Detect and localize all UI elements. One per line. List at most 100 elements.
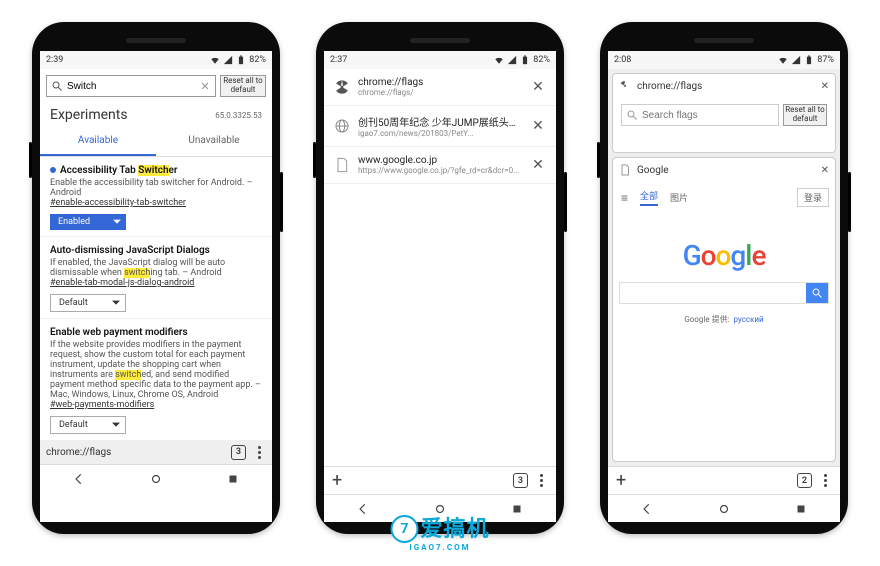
reset-button[interactable]: Reset all to default xyxy=(783,104,827,126)
status-bar: 2:37 82% xyxy=(324,51,556,69)
recents-icon[interactable] xyxy=(510,502,524,516)
google-locale: Google 提供: русский xyxy=(619,314,829,325)
radiation-icon xyxy=(619,80,631,92)
tab-row[interactable]: www.google.co.jp https://www.google.co.j… xyxy=(324,147,556,184)
menu-icon[interactable]: ≡ xyxy=(621,191,628,205)
new-tab-button[interactable]: + xyxy=(616,470,626,491)
status-bar: 2:08 87% xyxy=(608,51,840,69)
file-icon xyxy=(334,157,350,173)
watermark: 7 爱搞机 IGAO7.COM xyxy=(390,511,489,552)
status-bar: 2:39 82% xyxy=(40,51,272,69)
reset-button[interactable]: Reset all to default xyxy=(220,75,266,97)
radiation-icon xyxy=(334,79,350,95)
close-icon[interactable]: ✕ xyxy=(821,165,829,176)
page-title: Experiments xyxy=(50,107,128,123)
overflow-menu-icon[interactable] xyxy=(534,474,548,487)
overflow-menu-icon[interactable] xyxy=(818,474,832,487)
wifi-icon xyxy=(210,55,220,65)
status-time: 2:37 xyxy=(330,55,347,65)
back-icon[interactable] xyxy=(640,502,654,516)
tab-count-button[interactable]: 3 xyxy=(231,445,246,460)
omnibox-text: chrome://flags xyxy=(46,447,111,458)
version-label: 65.0.3325.53 xyxy=(215,111,262,120)
home-icon[interactable] xyxy=(149,472,163,486)
tab-row[interactable]: 创刊50周年纪念 少年JUMP展纸头条刊... igao7.com/news/2… xyxy=(324,106,556,147)
battery-icon xyxy=(804,55,814,65)
tab-url: chrome://flags/ xyxy=(358,88,522,97)
flag-title: Accessibility Tab Switcher xyxy=(50,165,262,176)
flag-desc: Enable the accessibility tab switcher fo… xyxy=(50,178,262,198)
phone-2: 2:37 82% chrome://flags chrome://flags/ xyxy=(316,22,564,534)
flags-search-box[interactable] xyxy=(621,104,779,126)
flag-title: Auto-dismissing JavaScript Dialogs xyxy=(50,245,262,256)
google-sheet: Google ✕ ≡ 全部 图片 登录 Google xyxy=(612,157,836,462)
search-button[interactable] xyxy=(806,283,828,303)
tab-title: www.google.co.jp xyxy=(358,155,522,166)
close-icon[interactable]: ✕ xyxy=(530,157,546,173)
google-tab-images[interactable]: 图片 xyxy=(670,191,688,204)
search-icon xyxy=(51,80,63,92)
globe-icon xyxy=(334,118,350,134)
status-time: 2:08 xyxy=(614,55,631,65)
overflow-menu-icon[interactable] xyxy=(252,446,266,459)
login-button[interactable]: 登录 xyxy=(797,188,829,207)
recents-icon[interactable] xyxy=(226,472,240,486)
changed-dot-icon xyxy=(50,167,56,173)
tab-count-button[interactable]: 3 xyxy=(513,473,528,488)
back-icon[interactable] xyxy=(356,502,370,516)
watermark-icon: 7 xyxy=(390,515,418,543)
flag-select[interactable]: Default xyxy=(50,416,126,434)
close-icon[interactable]: ✕ xyxy=(821,81,829,92)
signal-icon xyxy=(791,55,801,65)
google-logo: Google xyxy=(619,239,829,272)
flag-select[interactable]: Default xyxy=(50,294,126,312)
flag-link[interactable]: #web-payments-modifiers xyxy=(50,400,154,410)
tab-available[interactable]: Available xyxy=(40,127,156,156)
signal-icon xyxy=(223,55,233,65)
phone-3: 2:08 87% chrome://flags ✕ xyxy=(600,22,848,534)
clear-icon[interactable]: ✕ xyxy=(199,80,211,92)
back-icon[interactable] xyxy=(72,472,86,486)
flag-desc: If the website provides modifiers in the… xyxy=(50,340,262,400)
nav-bar xyxy=(608,494,840,522)
tab-count-button[interactable]: 2 xyxy=(797,473,812,488)
wifi-icon xyxy=(494,55,504,65)
flags-search-input[interactable] xyxy=(67,81,199,92)
screen-2: 2:37 82% chrome://flags chrome://flags/ xyxy=(324,51,556,522)
screen-1: 2:39 82% ✕ Reset all to default xyxy=(40,51,272,522)
google-search-box[interactable] xyxy=(619,282,829,304)
recents-icon[interactable] xyxy=(794,502,808,516)
watermark-sub: IGAO7.COM xyxy=(409,543,470,552)
tab-unavailable[interactable]: Unavailable xyxy=(156,127,272,156)
tab-title: 创刊50周年纪念 少年JUMP展纸头条刊... xyxy=(358,114,522,129)
close-icon[interactable]: ✕ xyxy=(530,79,546,95)
home-icon[interactable] xyxy=(717,502,731,516)
new-tab-button[interactable]: + xyxy=(332,470,342,491)
signal-icon xyxy=(507,55,517,65)
flag-select[interactable]: Enabled xyxy=(50,214,126,230)
file-icon xyxy=(619,164,631,176)
status-battery: 82% xyxy=(249,55,266,65)
battery-icon xyxy=(520,55,530,65)
status-time: 2:39 xyxy=(46,55,63,65)
watermark-title: 爱搞机 xyxy=(420,511,489,543)
close-icon[interactable]: ✕ xyxy=(530,118,546,134)
google-tab-all[interactable]: 全部 xyxy=(640,189,658,206)
flags-search-input[interactable] xyxy=(642,110,774,121)
locale-link[interactable]: русский xyxy=(734,315,764,324)
sheet-title: chrome://flags xyxy=(637,81,702,92)
tab-row[interactable]: chrome://flags chrome://flags/ ✕ xyxy=(324,69,556,106)
omnibox[interactable]: chrome://flags 3 xyxy=(40,440,272,464)
flag-link[interactable]: #enable-tab-modal-js-dialog-android xyxy=(50,278,194,288)
tab-title: chrome://flags xyxy=(358,77,522,88)
screen-3: 2:08 87% chrome://flags ✕ xyxy=(608,51,840,522)
flags-sheet: chrome://flags ✕ Reset all to default xyxy=(612,73,836,153)
tab-url: igao7.com/news/201803/PetY... xyxy=(358,129,522,138)
flag-link[interactable]: #enable-accessibility-tab-switcher xyxy=(50,198,186,208)
wifi-icon xyxy=(778,55,788,65)
flag-desc: If enabled, the JavaScript dialog will b… xyxy=(50,258,262,278)
flags-search-box[interactable]: ✕ xyxy=(46,75,216,97)
tab-switcher-bar: + 2 xyxy=(608,466,840,494)
flag-title: Enable web payment modifiers xyxy=(50,327,262,338)
flag-item: Accessibility Tab Switcher Enable the ac… xyxy=(40,157,272,237)
